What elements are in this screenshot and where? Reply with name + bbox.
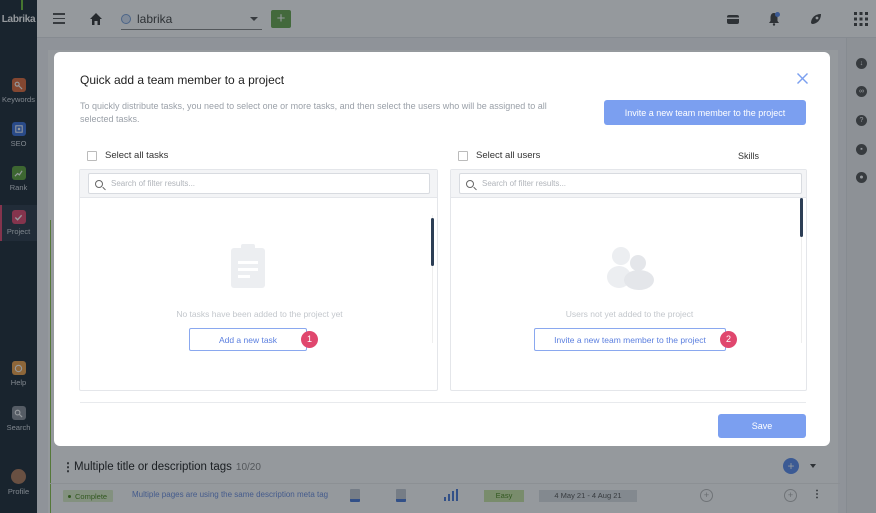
- users-empty-message: Users not yet added to the project: [565, 309, 694, 319]
- add-task-button[interactable]: Add a new task: [189, 328, 307, 351]
- users-search-bar: Search of filter results...: [451, 170, 806, 198]
- select-all-users[interactable]: Select all users: [458, 150, 540, 161]
- select-all-tasks-label: Select all tasks: [105, 150, 169, 161]
- tasks-search-input[interactable]: Search of filter results...: [88, 173, 430, 194]
- search-icon: [95, 179, 103, 188]
- users-panel: Search of filter results... Users not ye…: [450, 169, 807, 391]
- modal-divider: [80, 402, 806, 403]
- search-icon: [466, 179, 474, 188]
- tasks-search-placeholder: Search of filter results...: [111, 179, 196, 188]
- invite-user-button[interactable]: Invite a new team member to the project: [534, 328, 726, 351]
- save-button[interactable]: Save: [718, 414, 806, 438]
- tasks-panel: Search of filter results... No tasks hav…: [79, 169, 438, 391]
- select-all-tasks-checkbox[interactable]: [87, 150, 97, 161]
- tasks-search-bar: Search of filter results...: [80, 170, 437, 198]
- modal-description: To quickly distribute tasks, you need to…: [80, 101, 547, 124]
- users-search-placeholder: Search of filter results...: [482, 179, 567, 188]
- select-all-users-checkbox[interactable]: [458, 150, 468, 161]
- step-badge: 2: [720, 331, 737, 348]
- skills-column-header: Skills: [738, 151, 760, 161]
- close-icon[interactable]: [796, 72, 809, 85]
- modal-title: Quick add a team member to a project: [80, 73, 285, 87]
- clipboard-icon: [231, 244, 265, 288]
- select-all-users-label: Select all users: [476, 150, 541, 161]
- users-group-icon: [607, 247, 654, 290]
- tasks-scrollbar[interactable]: [431, 218, 434, 266]
- invite-team-member-button[interactable]: Invite a new team member to the project: [604, 100, 806, 125]
- tasks-empty-message: No tasks have been added to the project …: [176, 309, 343, 319]
- users-search-input[interactable]: Search of filter results...: [459, 173, 802, 194]
- select-all-tasks[interactable]: Select all tasks: [87, 150, 168, 161]
- quick-add-modal: Quick add a team member to a project To …: [54, 52, 830, 446]
- users-scrollbar[interactable]: [800, 198, 803, 237]
- step-badge: 1: [301, 331, 318, 348]
